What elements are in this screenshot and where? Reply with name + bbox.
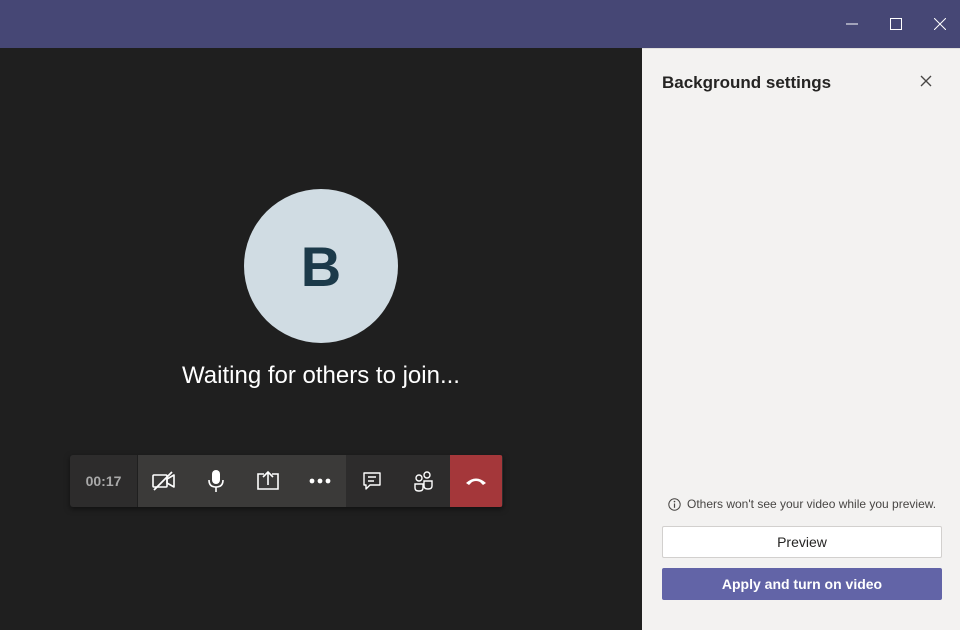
minimize-icon bbox=[846, 23, 858, 25]
background-settings-panel: Background settings Others won't see you… bbox=[642, 48, 960, 630]
close-window-button[interactable] bbox=[918, 0, 960, 48]
close-panel-button[interactable] bbox=[914, 69, 938, 93]
maximize-button[interactable] bbox=[874, 0, 918, 48]
minimize-button[interactable] bbox=[830, 0, 874, 48]
avatar-initial: B bbox=[300, 234, 342, 298]
phone-hangup-icon bbox=[466, 478, 486, 485]
call-controls-bar: 00:17 bbox=[70, 455, 503, 507]
title-bar bbox=[0, 0, 960, 48]
close-icon bbox=[934, 18, 946, 30]
share-screen-button[interactable] bbox=[242, 455, 294, 507]
microphone-icon bbox=[208, 470, 224, 492]
video-off-icon bbox=[152, 471, 175, 491]
side-controls bbox=[346, 455, 502, 507]
preview-button[interactable]: Preview bbox=[662, 526, 942, 558]
more-actions-button[interactable] bbox=[294, 455, 346, 507]
chat-button[interactable] bbox=[346, 455, 398, 507]
chat-icon bbox=[363, 472, 381, 490]
panel-title: Background settings bbox=[662, 73, 832, 92]
preview-notice-text: Others won't see your video while you pr… bbox=[687, 497, 937, 511]
preview-notice: Others won't see your video while you pr… bbox=[668, 497, 936, 511]
microphone-button[interactable] bbox=[190, 455, 242, 507]
media-controls bbox=[138, 455, 346, 507]
waiting-message: Waiting for others to join... bbox=[182, 362, 460, 389]
close-icon bbox=[920, 75, 932, 87]
hang-up-button[interactable] bbox=[450, 455, 502, 507]
share-icon bbox=[257, 470, 279, 490]
participants-button[interactable] bbox=[398, 455, 450, 507]
participants-icon bbox=[414, 471, 433, 492]
avatar: B bbox=[244, 189, 398, 343]
info-icon bbox=[668, 497, 681, 511]
meeting-stage: B Waiting for others to join... 00:17 bbox=[0, 48, 642, 630]
maximize-icon bbox=[890, 18, 902, 30]
call-timer: 00:17 bbox=[70, 455, 138, 507]
more-icon bbox=[309, 478, 331, 484]
apply-and-turn-on-video-button[interactable]: Apply and turn on video bbox=[662, 568, 942, 600]
camera-toggle-button[interactable] bbox=[138, 455, 190, 507]
